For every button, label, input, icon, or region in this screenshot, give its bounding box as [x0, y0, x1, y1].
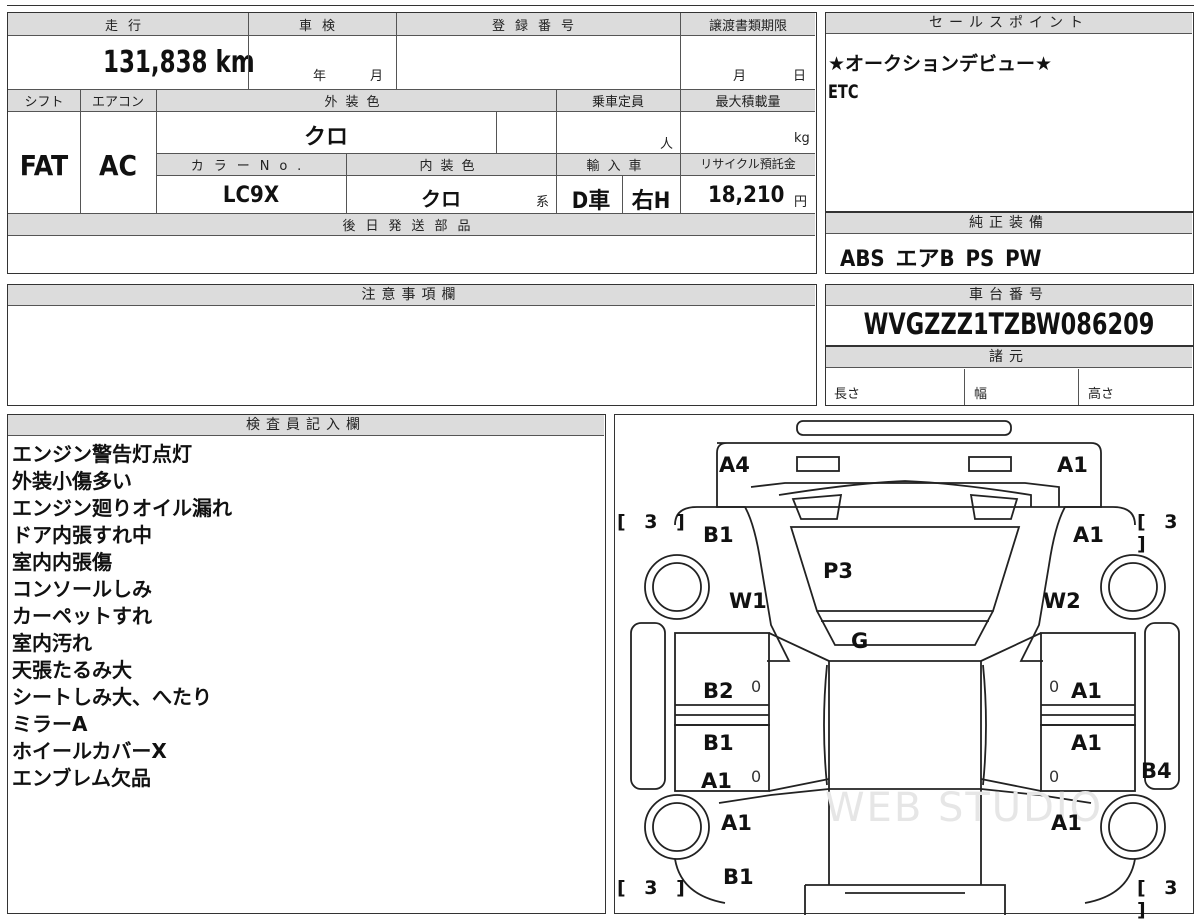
tire-tread-front-right: [ 3 ] — [1137, 511, 1184, 555]
chassis-header: 車台番号 — [826, 285, 1192, 306]
code-side-right: B4 — [1141, 759, 1172, 783]
sales-point-panel: セールスポイント ★オークションデビュー★ ETC — [825, 12, 1194, 212]
deadline-month-unit: 月 — [733, 69, 747, 84]
recycle-fee-value: 18,210 — [708, 183, 785, 208]
aircon-header: エアコン — [91, 95, 144, 110]
code-wheel-left: W1 — [729, 589, 767, 613]
steering-value: 右H — [631, 189, 671, 214]
spec-height-label: 高さ — [1088, 387, 1115, 402]
transfer-deadline-header: 譲渡書類期限 — [708, 19, 787, 34]
registration-header: 登録番号 — [491, 19, 584, 34]
inspector-list: エンジン警告灯点灯 外装小傷多いエンジン廻りオイル漏れ ドア内張すれ中 室内内張傷コン… — [12, 441, 232, 792]
inspector-header: 検査員記入欄 — [8, 415, 604, 436]
zero-mark-door-rr: 0 — [1049, 767, 1060, 786]
inspector-note-item: カーペットすれ — [12, 604, 152, 628]
code-fender-left: B1 — [703, 523, 734, 547]
aircon-value: AC — [99, 149, 137, 182]
inspector-note-item: ドア内張すれ中 — [12, 523, 152, 547]
spec-length-label: 長さ — [834, 387, 861, 402]
import-header: 輸入車 — [586, 159, 650, 174]
deadline-day-unit: 日 — [793, 69, 807, 84]
mileage-header: 走行 — [104, 19, 151, 34]
tire-tread-rear-left: [ 3 ] — [617, 877, 691, 899]
inspector-panel: 検査員記入欄 エンジン警告灯点灯 外装小傷多いエンジン廻りオイル漏れ ドア内張すれ中… — [7, 414, 606, 914]
capacity-header: 乗車定員 — [591, 95, 644, 110]
inspection-header: 車検 — [298, 19, 345, 34]
inspector-note-item: ホイールカバーX — [12, 739, 167, 763]
sales-point-header: セールスポイント — [826, 13, 1192, 34]
import-type-value: D車 — [571, 189, 611, 214]
interior-color-suffix: 系 — [536, 195, 550, 210]
code-rear-fender-left: A1 — [721, 811, 752, 835]
interior-color-value: クロ — [421, 187, 461, 211]
sales-point-line-2: ETC — [828, 81, 859, 103]
zero-mark-door-rl: 0 — [751, 767, 762, 786]
code-front-left: A4 — [719, 453, 750, 477]
recycle-fee-unit: 円 — [794, 195, 808, 210]
tire-tread-rear-right: [ 3 ] — [1137, 877, 1184, 921]
zero-mark-door-fl: 0 — [751, 677, 762, 696]
inspector-note-item: 天張たるみ大 — [12, 658, 132, 682]
code-wheel-right: W2 — [1043, 589, 1081, 613]
car-damage-diagram: WEB STUDIO [ 3 ] [ 3 ] [ 3 ] [ 3 ] A4 A1… — [614, 414, 1194, 921]
code-door-rear-left-1: B1 — [703, 731, 734, 755]
capacity-unit: 人 — [660, 137, 674, 152]
code-glass: G — [851, 629, 869, 653]
color-no-value: LC9X — [222, 183, 280, 208]
shift-header: シフト — [24, 95, 64, 110]
car-outline-drawing — [630, 420, 1180, 915]
code-rear-left: B1 — [723, 865, 754, 889]
color-no-header: カラーNo. — [190, 159, 312, 174]
specs-header: 諸元 — [826, 347, 1192, 368]
code-door-front-left: B2 — [703, 679, 734, 703]
inspector-note-item: ミラーA — [12, 712, 88, 736]
inspector-note-item: シートしみ大、へたり — [12, 685, 212, 709]
inspection-month-unit: 月 — [370, 69, 384, 84]
vehicle-summary-table: 走行 車検 登録番号 譲渡書類期限 131,838 km 年 月 月 日 シフト… — [7, 12, 817, 274]
later-parts-header: 後日発送部品 — [342, 219, 481, 234]
inspector-note-item: 外装小傷多い — [12, 469, 132, 493]
exterior-color-value: クロ — [303, 125, 348, 150]
load-unit: kg — [794, 131, 810, 146]
inspector-note-item: エンジン廻りオイル漏れ — [12, 496, 232, 520]
sales-point-line-1: ★オークションデビュー★ — [828, 53, 1053, 75]
mileage-value: 131,838 km — [103, 45, 255, 80]
chassis-panel: 車台番号 WVGZZZ1TZBW086209 — [825, 284, 1194, 346]
inspector-note-item: コンソールしみ — [12, 577, 152, 601]
notes-header: 注意事項欄 — [8, 285, 815, 306]
chassis-number: WVGZZZ1TZBW086209 — [863, 307, 1155, 341]
equipment-panel: 純正装備 ABS エアB PS PW — [825, 212, 1194, 274]
tire-tread-front-left: [ 3 ] — [617, 511, 691, 533]
spec-width-label: 幅 — [974, 387, 988, 402]
inspector-note-item: エンブレム欠品 — [12, 766, 151, 790]
inspector-note-item: 室内内張傷 — [12, 550, 112, 574]
specs-panel: 諸元 長さ 幅 高さ — [825, 346, 1194, 406]
code-door-rear-left-2: A1 — [701, 769, 732, 793]
exterior-color-header: 外装色 — [324, 95, 388, 110]
inspector-note-item: エンジン警告灯点灯 — [12, 442, 192, 466]
code-front-right: A1 — [1057, 453, 1088, 477]
interior-color-header: 内装色 — [419, 159, 483, 174]
inspection-year-unit: 年 — [313, 69, 327, 84]
top-clipped-strip — [7, 0, 1194, 6]
code-door-rear-right: A1 — [1071, 731, 1102, 755]
recycle-fee-header: リサイクル預託金 — [700, 157, 796, 171]
code-rear-fender-right: A1 — [1051, 811, 1082, 835]
equipment-header: 純正装備 — [826, 213, 1192, 234]
inspector-note-item: 室内汚れ — [12, 631, 92, 655]
shift-value: FAT — [19, 149, 69, 182]
equipment-items: ABS エアB PS PW — [840, 247, 1042, 272]
zero-mark-door-fr: 0 — [1049, 677, 1060, 696]
code-door-front-right: A1 — [1071, 679, 1102, 703]
notes-panel: 注意事項欄 — [7, 284, 817, 406]
code-fender-right: A1 — [1073, 523, 1104, 547]
code-windshield: P3 — [823, 559, 854, 583]
max-load-header: 最大積載量 — [715, 95, 781, 110]
